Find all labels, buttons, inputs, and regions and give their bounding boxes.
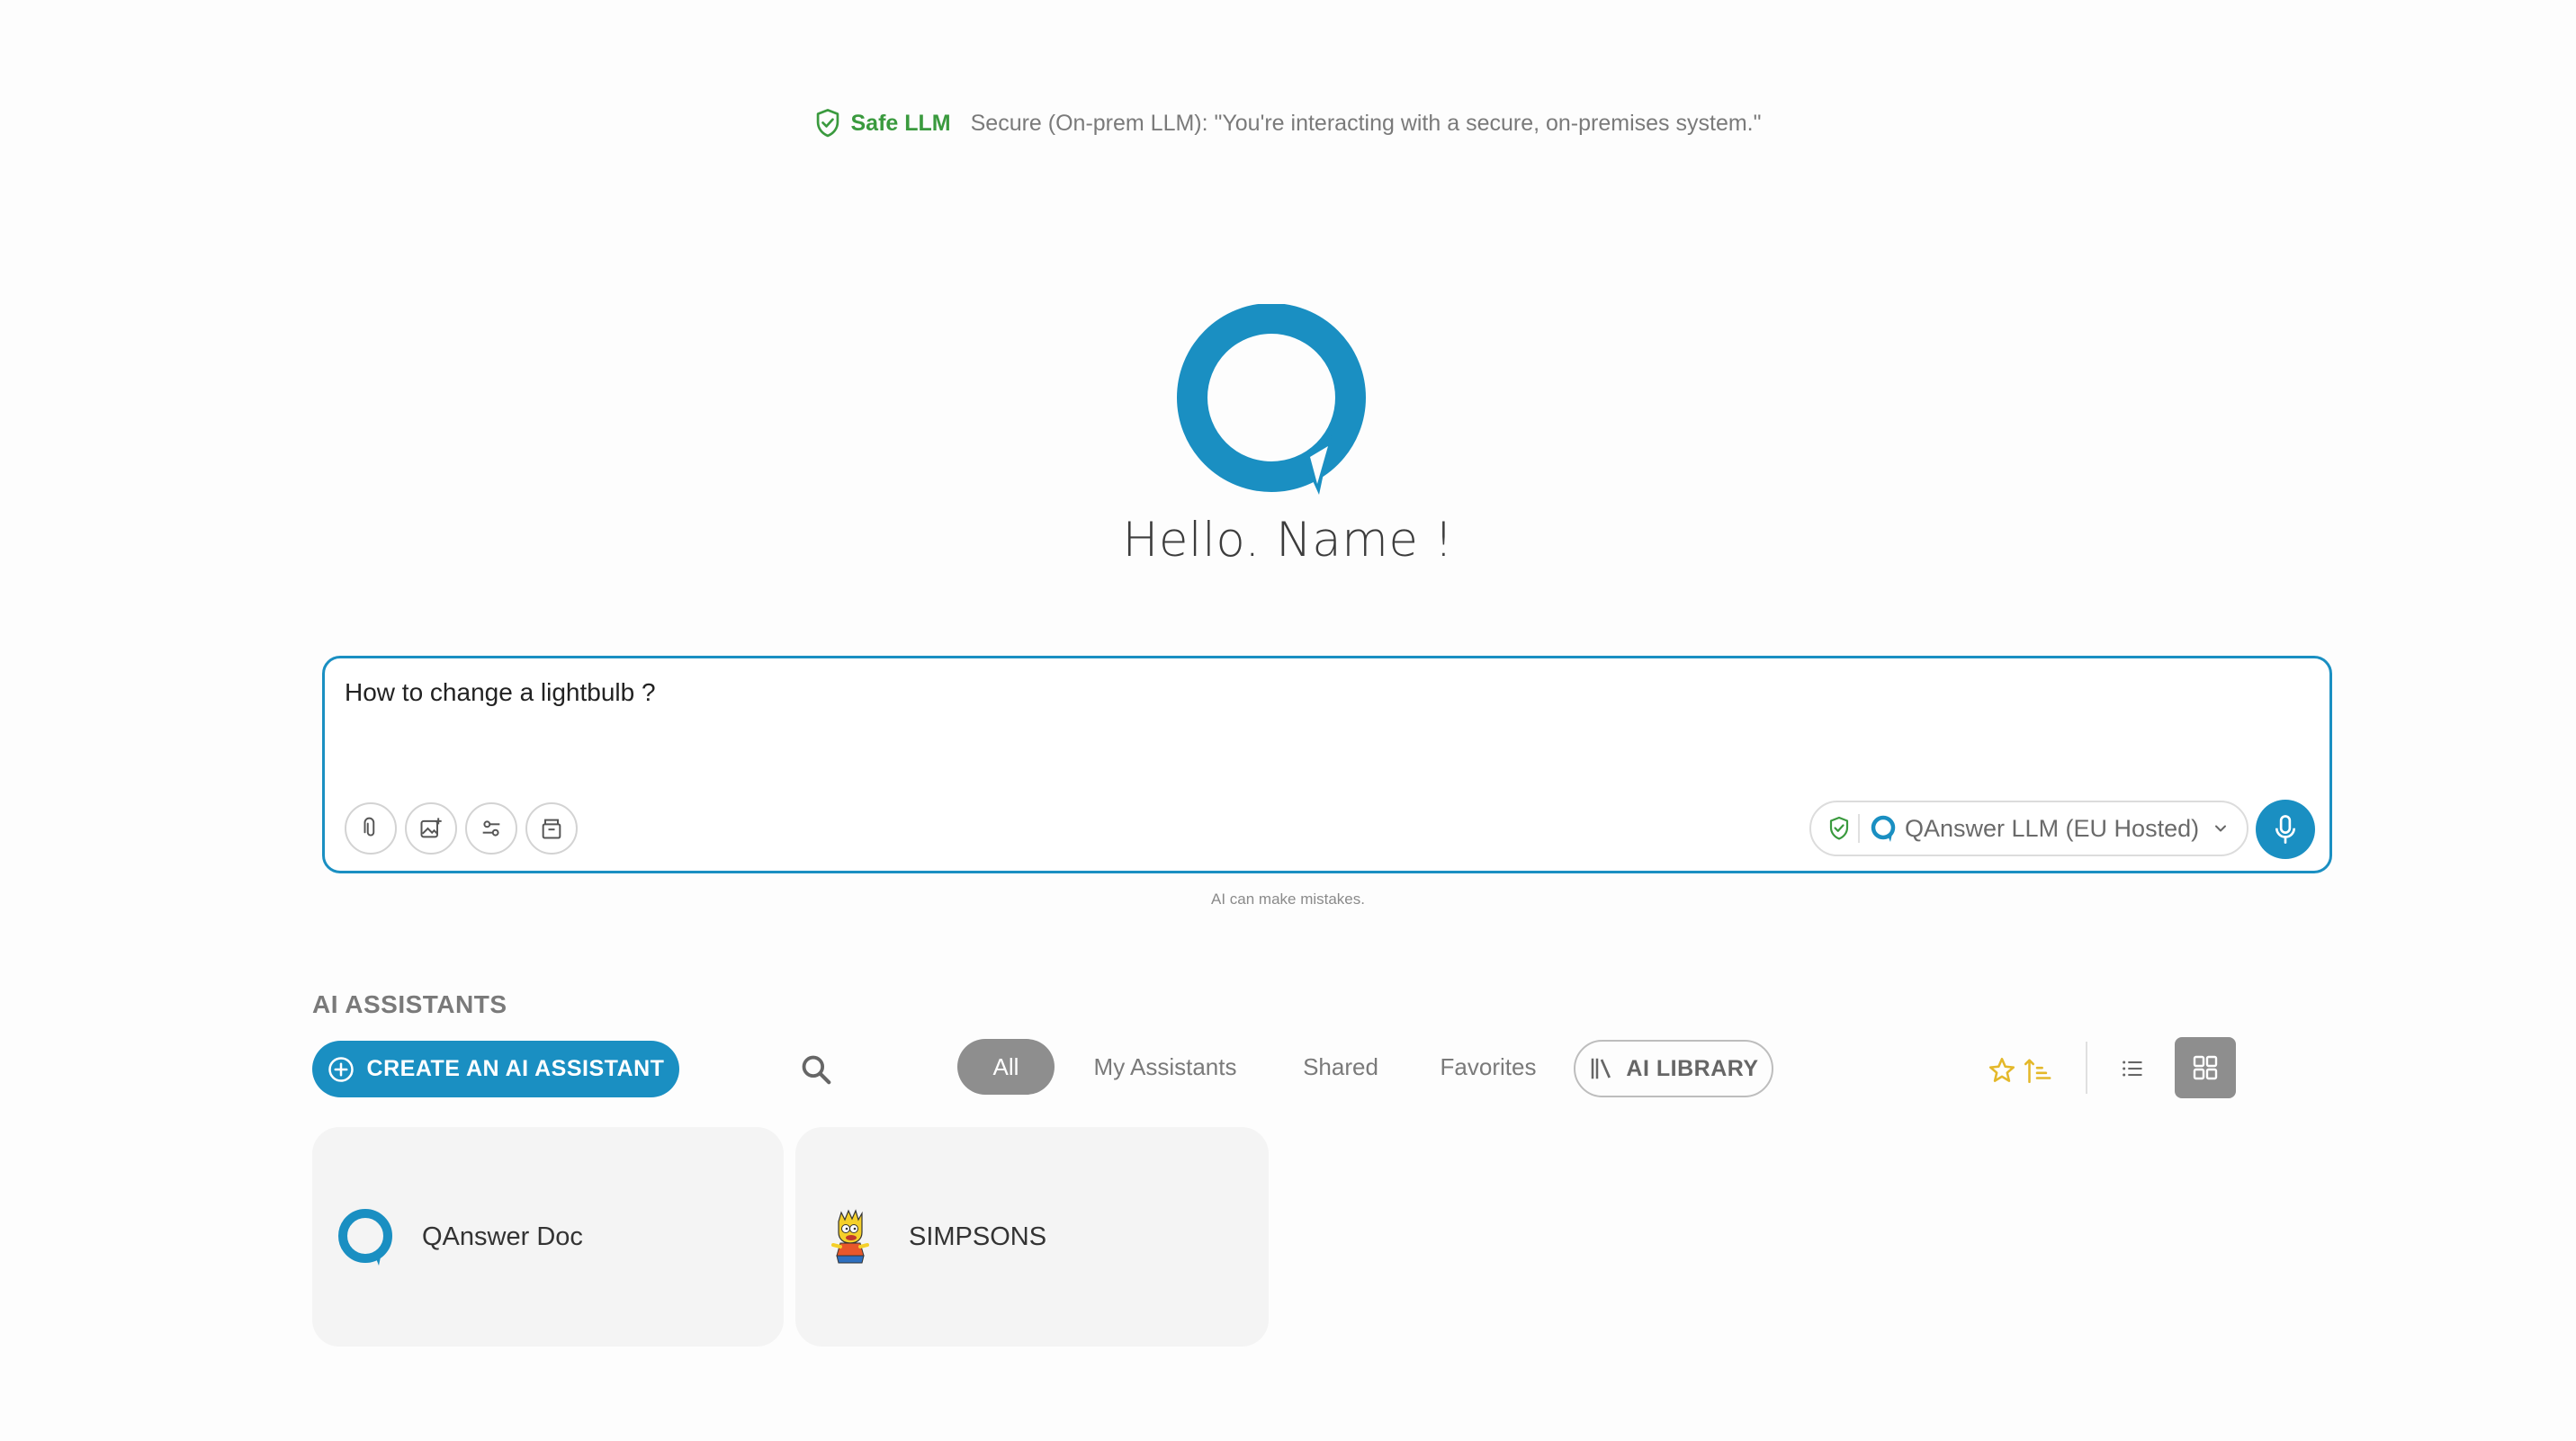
archive-button[interactable] [525, 802, 578, 855]
attach-file-button[interactable] [345, 802, 397, 855]
filter-tab-shared[interactable]: Shared [1278, 1039, 1404, 1095]
list-view-button[interactable] [2113, 1051, 2152, 1087]
create-assistant-label: CREATE AN AI ASSISTANT [366, 1056, 665, 1081]
grid-icon [2193, 1055, 2218, 1080]
security-banner: Safe LLM Secure (On-prem LLM): "You're i… [0, 108, 2576, 139]
assistant-card-name: SIMPSONS [909, 1222, 1047, 1251]
assistant-card[interactable]: QAnswer Doc [312, 1127, 784, 1347]
qanswer-logo-icon [1871, 815, 1896, 842]
chat-composer: QAnswer LLM (EU Hosted) [322, 656, 2332, 873]
library-books-icon [1592, 1058, 1611, 1079]
plus-circle-icon [328, 1056, 354, 1082]
simpsons-character-icon [831, 1209, 869, 1264]
filter-tab-favorites[interactable]: Favorites [1431, 1039, 1546, 1095]
ai-library-button[interactable]: AI LIBRARY [1574, 1040, 1773, 1097]
model-select-divider [1858, 814, 1860, 843]
assistant-card-name: QAnswer Doc [422, 1222, 583, 1251]
qanswer-logo-icon [1177, 304, 1366, 495]
security-message: Secure (On-prem LLM): "You're interactin… [970, 110, 1762, 136]
settings-sliders-button[interactable] [465, 802, 517, 855]
sliders-icon [482, 820, 500, 837]
safe-llm-label: Safe LLM [850, 110, 951, 136]
grid-view-button[interactable] [2175, 1037, 2236, 1098]
model-select-label: QAnswer LLM (EU Hosted) [1905, 814, 2200, 842]
section-title: AI ASSISTANTS [312, 990, 507, 1018]
ai-disclaimer: AI can make mistakes. [1210, 891, 1365, 908]
chevron-down-icon [2215, 825, 2227, 832]
star-icon [1988, 1057, 2015, 1082]
archive-box-icon [542, 819, 561, 839]
qanswer-logo-icon [338, 1209, 392, 1266]
create-assistant-button[interactable]: CREATE AN AI ASSISTANT [312, 1041, 679, 1097]
shield-check-icon [1829, 816, 1849, 840]
greeting-heading: Hello. Name ! [1122, 513, 1454, 568]
ai-library-label: AI LIBRARY [1626, 1055, 1759, 1081]
microphone-button[interactable] [2256, 800, 2315, 859]
add-image-button[interactable] [405, 802, 457, 855]
shield-check-icon [817, 109, 839, 138]
filter-tab-my-assistants[interactable]: My Assistants [1080, 1039, 1251, 1095]
sort-favorites-button[interactable] [1987, 1052, 2055, 1088]
model-select[interactable]: QAnswer LLM (EU Hosted) [1809, 801, 2248, 856]
chat-input[interactable] [345, 678, 2288, 786]
assistant-card[interactable]: SIMPSONS [795, 1127, 1269, 1347]
view-toggle-divider [2086, 1042, 2087, 1094]
search-button[interactable] [796, 1050, 836, 1089]
microphone-icon [2275, 815, 2296, 844]
image-add-icon [420, 818, 442, 838]
filter-tab-all[interactable]: All [957, 1039, 1055, 1095]
list-icon [2123, 1061, 2142, 1077]
paperclip-icon [364, 817, 375, 837]
sort-ascending-icon [2024, 1059, 2051, 1084]
search-icon [802, 1055, 831, 1085]
safe-llm-badge: Safe LLM [814, 108, 951, 139]
